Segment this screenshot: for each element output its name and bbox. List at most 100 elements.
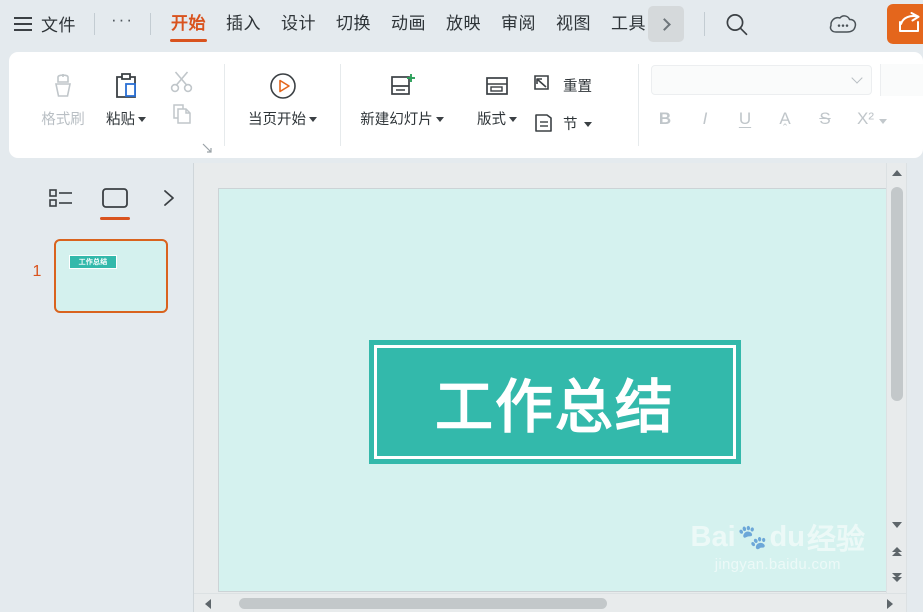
copy-button[interactable] bbox=[169, 101, 195, 127]
font-size-select[interactable] bbox=[880, 64, 923, 96]
format-painter-label: 格式刷 bbox=[41, 112, 85, 128]
vertical-scrollbar[interactable] bbox=[886, 163, 906, 593]
start-from-current-slide-button[interactable]: 当页开始 bbox=[233, 52, 333, 129]
navigator-view-tabs bbox=[0, 163, 193, 220]
search-icon bbox=[726, 14, 748, 36]
slide-canvas-area: 工作总结 Bai 🐾 du 经验 jingyan.baidu.com bbox=[194, 163, 923, 612]
scroll-left-button[interactable] bbox=[202, 598, 214, 610]
format-painter-button[interactable]: 格式刷 bbox=[31, 52, 95, 129]
start-slideshow-text: 当页开始 bbox=[248, 112, 306, 128]
superscript-button[interactable]: X² bbox=[857, 109, 887, 129]
slide-thumbnail-list: 1 工作总结 bbox=[0, 213, 193, 313]
scroll-left-icon bbox=[205, 599, 211, 609]
ribbon-group-clipboard: 格式刷 粘贴 bbox=[9, 52, 224, 158]
new-slide-text: 新建幻灯片 bbox=[360, 112, 433, 128]
play-circle-icon bbox=[266, 66, 300, 106]
divider bbox=[704, 12, 705, 36]
vertical-scrollbar-thumb[interactable] bbox=[891, 187, 903, 401]
tab-animation[interactable]: 动画 bbox=[381, 0, 436, 48]
reset-button[interactable]: 重置 bbox=[531, 66, 631, 104]
watermark-url: jingyan.baidu.com bbox=[714, 556, 841, 573]
ribbon-toolbar: 格式刷 粘贴 当页开始 新建幻灯片 版式 重置 节 B I U A ⌃ S X² bbox=[9, 52, 923, 158]
scroll-down-button[interactable] bbox=[891, 519, 903, 531]
sidebar-expand-button[interactable] bbox=[152, 183, 186, 213]
scrollbar-corner bbox=[906, 163, 923, 612]
slide-view-icon bbox=[102, 188, 128, 208]
feedback-button[interactable] bbox=[828, 11, 858, 39]
previous-slide-icon-2 bbox=[892, 550, 902, 556]
italic-button[interactable]: I bbox=[697, 109, 713, 129]
font-family-select[interactable] bbox=[651, 65, 872, 95]
clipboard-expand-button[interactable] bbox=[202, 140, 212, 153]
bold-button[interactable]: B bbox=[657, 109, 673, 129]
title-textbox[interactable]: 工作总结 bbox=[369, 340, 741, 464]
cut-button[interactable] bbox=[167, 66, 197, 101]
expand-dialog-icon bbox=[202, 143, 212, 153]
scroll-right-icon bbox=[887, 599, 893, 609]
thumbnail-title-text: 工作总结 bbox=[78, 259, 108, 266]
scroll-down-icon bbox=[892, 522, 902, 528]
layout-button[interactable]: 版式 bbox=[463, 52, 531, 129]
font-format-buttons: B I U A ⌃ S X² bbox=[651, 109, 923, 132]
text-effect-button[interactable]: A ⌃ bbox=[777, 109, 793, 132]
chevron-down-icon[interactable] bbox=[309, 117, 317, 122]
wps-presentation-window: 文件 ··· 开始 插入 设计 切换 动画 放映 审阅 视图 工具 格式刷 粘贴… bbox=[0, 0, 923, 612]
chevron-right-icon bbox=[658, 17, 671, 31]
watermark: Bai 🐾 du 经验 jingyan.baidu.com bbox=[691, 516, 865, 574]
paste-button[interactable]: 粘贴 bbox=[95, 52, 157, 129]
sidebar-tab-outline[interactable] bbox=[44, 183, 78, 213]
reset-icon bbox=[534, 75, 549, 90]
chevron-right-icon bbox=[164, 190, 174, 206]
chevron-down-icon[interactable] bbox=[138, 117, 146, 122]
watermark-brand: Bai 🐾 du 经验 bbox=[691, 516, 865, 558]
divider bbox=[94, 13, 95, 35]
tab-view[interactable]: 视图 bbox=[546, 0, 601, 48]
share-button[interactable] bbox=[887, 4, 923, 44]
chevron-down-icon[interactable] bbox=[583, 121, 592, 127]
horizontal-scrollbar[interactable] bbox=[194, 593, 906, 612]
tab-transition[interactable]: 切换 bbox=[326, 0, 381, 48]
new-slide-button[interactable]: 新建幻灯片 bbox=[341, 52, 463, 129]
watermark-bai: Bai bbox=[690, 520, 736, 553]
new-slide-icon bbox=[385, 66, 419, 106]
paste-text: 粘贴 bbox=[106, 112, 135, 128]
overflow-menu-button[interactable]: ··· bbox=[105, 11, 140, 33]
chevron-down-icon[interactable] bbox=[435, 117, 444, 122]
file-menu-button[interactable]: 文件 bbox=[39, 9, 84, 39]
cloud-dots-icon bbox=[829, 15, 857, 33]
sidebar-tab-slides[interactable] bbox=[98, 183, 132, 220]
strikethrough-button[interactable]: S bbox=[817, 109, 833, 129]
tab-slideshow[interactable]: 放映 bbox=[436, 0, 491, 48]
tab-review[interactable]: 审阅 bbox=[491, 0, 546, 48]
next-slide-button[interactable] bbox=[891, 571, 903, 583]
tab-home[interactable]: 开始 bbox=[161, 0, 216, 48]
ribbon-group-slideshow: 当页开始 bbox=[225, 52, 340, 158]
scissors-icon bbox=[170, 71, 193, 93]
slide-thumbnail-1[interactable]: 工作总结 bbox=[54, 239, 168, 313]
previous-slide-button[interactable] bbox=[891, 545, 903, 557]
ribbon-tabs: 开始 插入 设计 切换 动画 放映 审阅 视图 工具 bbox=[161, 0, 656, 48]
watermark-paw-icon: 🐾 bbox=[737, 523, 768, 551]
hamburger-icon[interactable] bbox=[14, 17, 32, 31]
scroll-up-icon bbox=[892, 170, 902, 176]
divider bbox=[149, 13, 151, 35]
more-tabs-button[interactable] bbox=[648, 6, 684, 42]
slide-editing-surface[interactable]: 工作总结 Bai 🐾 du 经验 jingyan.baidu.com bbox=[219, 189, 889, 591]
scroll-up-button[interactable] bbox=[891, 167, 903, 179]
section-button[interactable]: 节 bbox=[531, 104, 631, 142]
horizontal-scrollbar-thumb[interactable] bbox=[239, 598, 607, 609]
chevron-down-icon[interactable] bbox=[509, 117, 517, 122]
tab-insert[interactable]: 插入 bbox=[216, 0, 271, 48]
paste-icon bbox=[109, 66, 143, 106]
search-button[interactable] bbox=[722, 10, 752, 40]
start-from-current-slide-label: 当页开始 bbox=[248, 108, 317, 129]
underline-button[interactable]: U bbox=[737, 109, 753, 129]
layout-icon bbox=[480, 66, 514, 106]
tab-design[interactable]: 设计 bbox=[271, 0, 326, 48]
chevron-down-icon[interactable] bbox=[879, 118, 887, 124]
paste-label: 粘贴 bbox=[106, 108, 146, 129]
title-text: 工作总结 bbox=[434, 373, 675, 441]
slides-stacked-buttons: 重置 节 bbox=[531, 52, 631, 142]
chevron-down-icon bbox=[851, 72, 863, 84]
scroll-right-button[interactable] bbox=[884, 598, 896, 610]
